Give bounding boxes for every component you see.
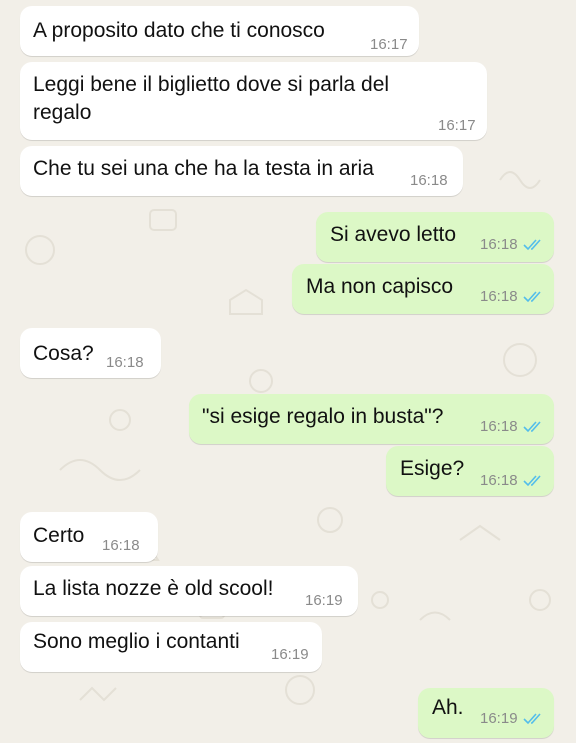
message-bubble-incoming[interactable]: Sono meglio i contanti 16:19: [20, 622, 322, 672]
message-bubble-outgoing[interactable]: Ma non capisco 16:18: [292, 264, 554, 314]
message-timestamp: 16:19: [305, 592, 343, 609]
double-check-read-icon: [523, 475, 541, 487]
message-bubble-incoming[interactable]: Leggi bene il biglietto dove si parla de…: [20, 62, 487, 140]
message-text-line: regalo: [33, 101, 92, 124]
message-bubble-incoming[interactable]: A proposito dato che ti conosco 16:17: [20, 6, 419, 56]
message-text: Sono meglio i contanti: [33, 630, 240, 653]
message-timestamp: 16:18: [102, 537, 140, 554]
double-check-read-icon: [523, 713, 541, 725]
message-timestamp: 16:18: [480, 472, 518, 489]
message-timestamp: 16:18: [410, 172, 448, 189]
message-bubble-incoming[interactable]: Che tu sei una che ha la testa in aria 1…: [20, 146, 463, 196]
message-bubble-outgoing[interactable]: Si avevo letto 16:18: [316, 212, 554, 262]
message-text: Ma non capisco: [306, 275, 454, 298]
message-text: Si avevo letto: [330, 223, 457, 246]
message-bubble-outgoing[interactable]: "si esige regalo in busta"? 16:18: [189, 394, 554, 444]
double-check-read-icon: [523, 239, 541, 251]
message-timestamp: 16:19: [271, 646, 309, 663]
double-check-read-icon: [523, 291, 541, 303]
message-text-line: Leggi bene il biglietto dove si parla de…: [33, 73, 390, 96]
message-text: Esige?: [400, 457, 465, 480]
message-text: "si esige regalo in busta"?: [202, 405, 444, 428]
message-bubble-incoming[interactable]: Cosa? 16:18: [20, 328, 161, 378]
message-bubble-incoming[interactable]: La lista nozze è old scool! 16:19: [20, 566, 358, 616]
message-timestamp: 16:18: [480, 236, 518, 253]
message-timestamp: 16:19: [480, 710, 518, 727]
message-bubble-outgoing[interactable]: Esige? 16:18: [386, 446, 554, 496]
double-check-read-icon: [523, 421, 541, 433]
message-text: A proposito dato che ti conosco: [33, 19, 325, 42]
message-timestamp: 16:17: [438, 117, 476, 134]
message-timestamp: 16:17: [370, 36, 408, 53]
message-bubble-outgoing[interactable]: Ah. 16:19: [418, 688, 554, 738]
message-text: Che tu sei una che ha la testa in aria: [33, 157, 374, 180]
message-bubble-incoming[interactable]: Certo 16:18: [20, 512, 158, 562]
message-text: Ah.: [432, 696, 464, 719]
message-timestamp: 16:18: [480, 288, 518, 305]
message-text: Certo: [33, 524, 85, 547]
message-timestamp: 16:18: [106, 354, 144, 371]
message-text: La lista nozze è old scool!: [33, 577, 274, 600]
message-timestamp: 16:18: [480, 418, 518, 435]
message-text: Cosa?: [33, 342, 94, 365]
